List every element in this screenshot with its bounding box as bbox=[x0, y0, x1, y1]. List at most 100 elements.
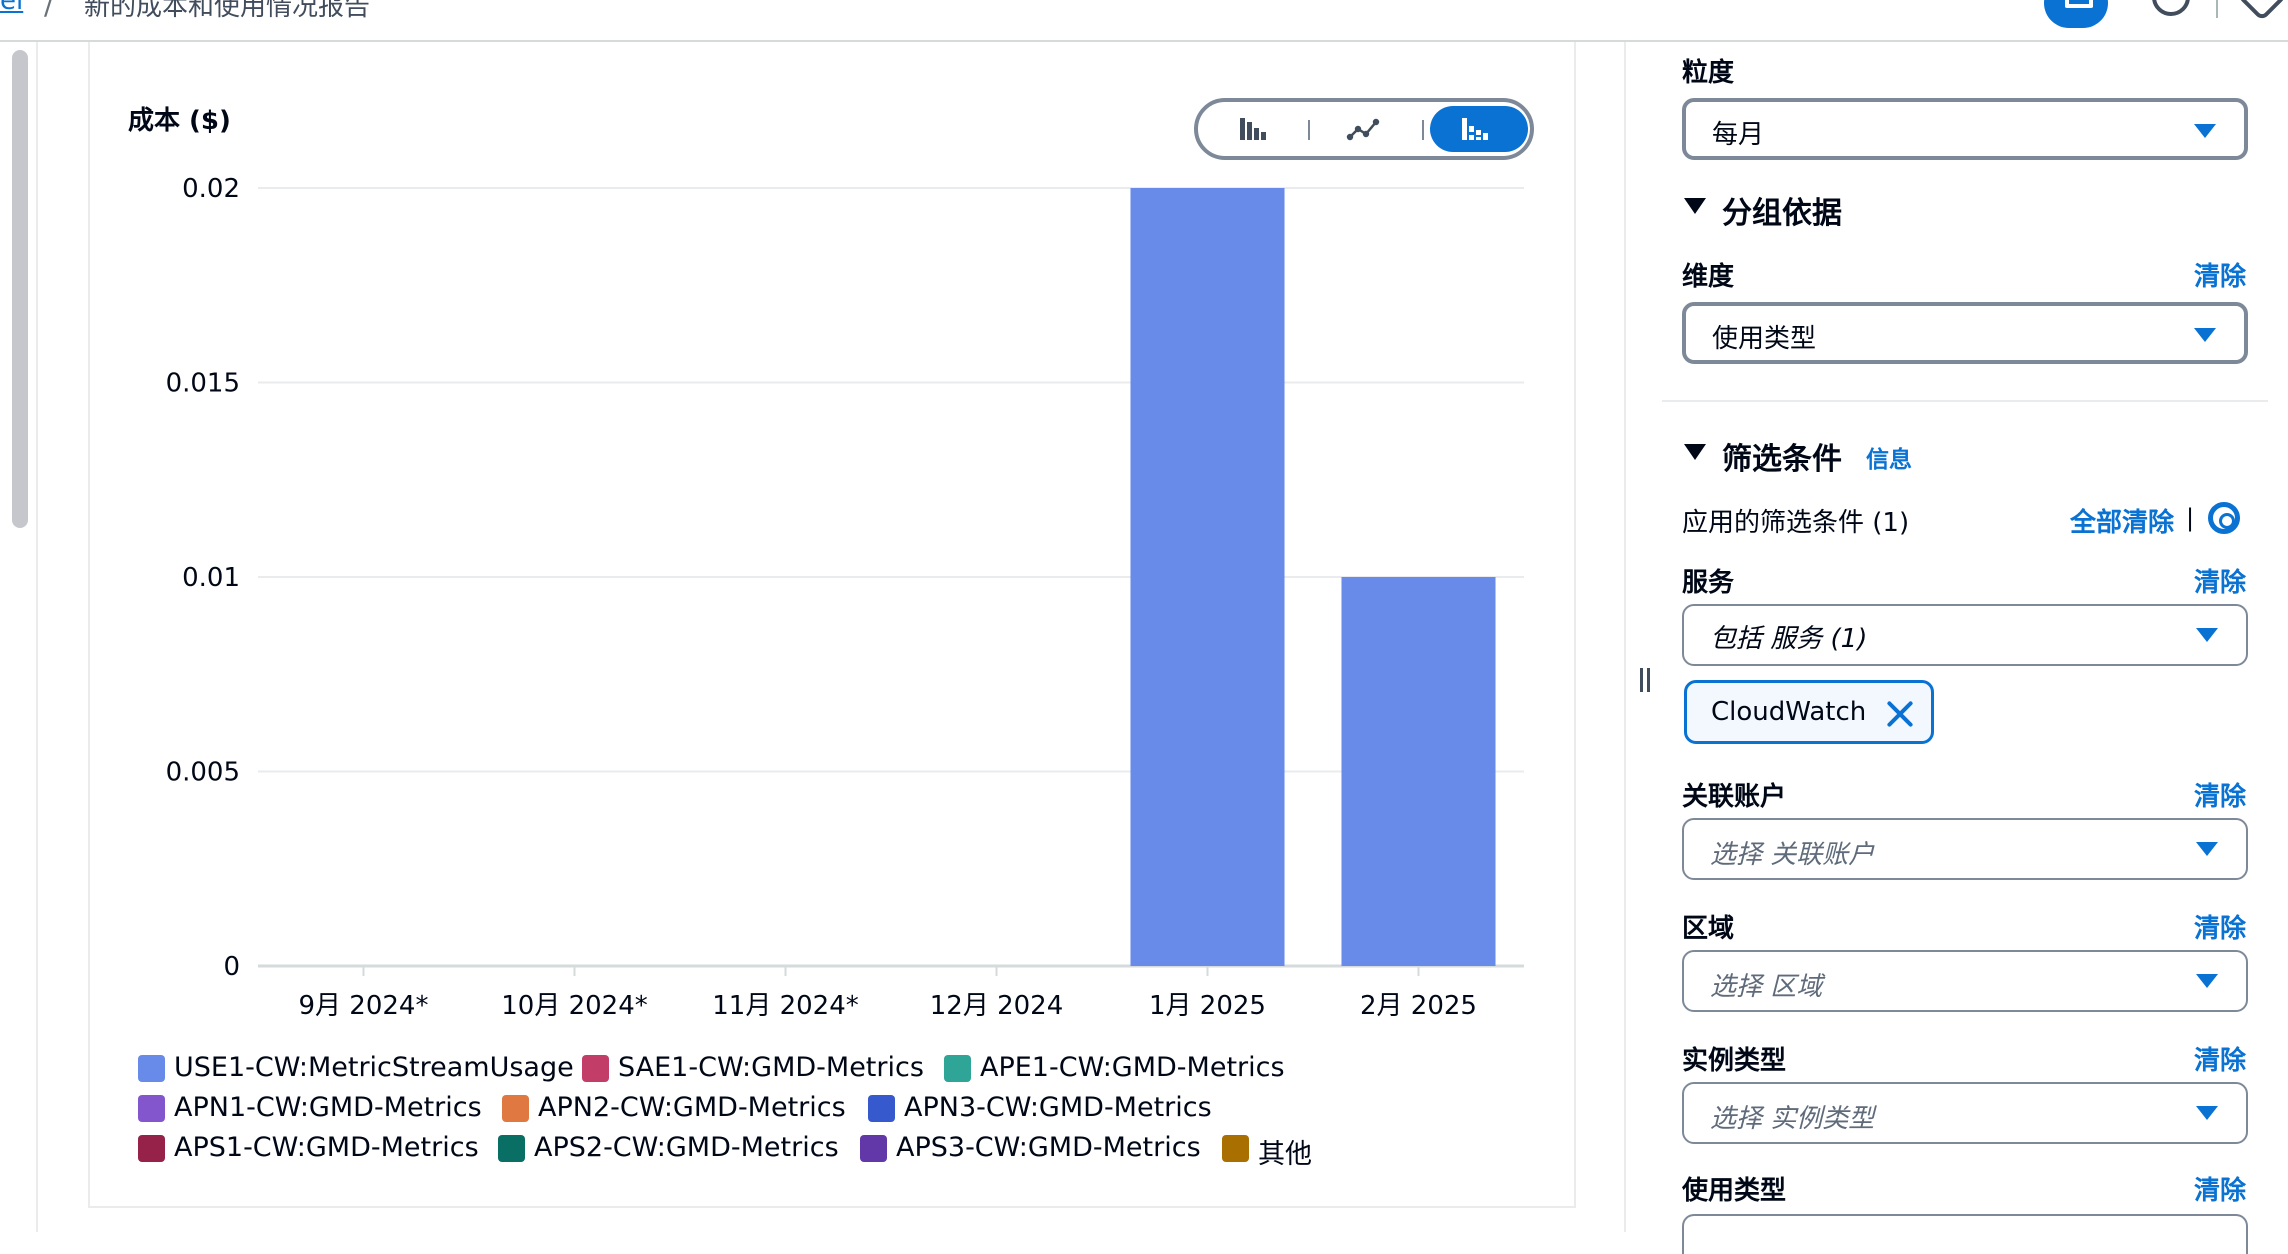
service-clear-link[interactable]: 清除 bbox=[2194, 562, 2246, 599]
caret-down-icon bbox=[2194, 328, 2216, 342]
group-by-title[interactable]: 分组依据 bbox=[1722, 188, 1842, 232]
caret-down-icon bbox=[2196, 628, 2218, 642]
filters-title[interactable]: 筛选条件 bbox=[1722, 434, 1842, 478]
toggle-separator bbox=[1422, 120, 1424, 140]
legend-label: APS3-CW:GMD-Metrics bbox=[896, 1132, 1201, 1163]
legend-swatch bbox=[498, 1135, 525, 1162]
service-select[interactable]: 包括 服务 (1) bbox=[1682, 604, 2248, 666]
service-label: 服务 bbox=[1682, 568, 1735, 598]
instance-type-select[interactable]: 选择 实例类型 bbox=[1682, 1082, 2248, 1144]
dimension-clear-link[interactable]: 清除 bbox=[2194, 256, 2246, 293]
instance-type-label: 实例类型 bbox=[1682, 1046, 1787, 1076]
legend-swatch bbox=[502, 1095, 529, 1122]
linked-account-clear-link[interactable]: 清除 bbox=[2194, 776, 2246, 813]
settings-icon[interactable] bbox=[2236, 0, 2288, 22]
region-placeholder: 选择 区域 bbox=[1710, 972, 1823, 1002]
legend-label: APN2-CW:GMD-Metrics bbox=[538, 1092, 846, 1123]
legend-label: SAE1-CW:GMD-Metrics bbox=[618, 1052, 924, 1083]
instance-type-placeholder: 选择 实例类型 bbox=[1710, 1104, 1875, 1134]
y-tick-label: 0 bbox=[223, 952, 240, 982]
legend-swatch bbox=[868, 1095, 895, 1122]
resize-handle-icon[interactable] bbox=[1638, 668, 1654, 696]
legend-swatch bbox=[860, 1135, 887, 1162]
panel-splitter[interactable] bbox=[1624, 42, 1626, 1232]
service-value: 包括 服务 (1) bbox=[1710, 624, 1868, 654]
close-icon[interactable] bbox=[1885, 699, 1915, 729]
usage-type-clear-link[interactable]: 清除 bbox=[2194, 1170, 2246, 1207]
granularity-value: 每月 bbox=[1712, 120, 1765, 150]
caret-down-icon bbox=[2194, 124, 2216, 138]
clear-all-filters-link[interactable]: 全部清除 bbox=[2070, 502, 2174, 539]
info-icon[interactable] bbox=[2152, 0, 2190, 16]
breadcrumb-separator: / bbox=[44, 0, 54, 21]
usage-type-label: 使用类型 bbox=[1682, 1176, 1787, 1206]
y-tick-label: 0.015 bbox=[166, 369, 240, 399]
y-tick-label: 0.02 bbox=[182, 174, 240, 204]
region-clear-link[interactable]: 清除 bbox=[2194, 908, 2246, 945]
region-select[interactable]: 选择 区域 bbox=[1682, 950, 2248, 1012]
toolbar-divider bbox=[2216, 0, 2218, 18]
x-tick-label: 10月 2024* bbox=[501, 991, 648, 1021]
instance-type-clear-link[interactable]: 清除 bbox=[2194, 1040, 2246, 1077]
linked-account-label: 关联账户 bbox=[1682, 782, 1787, 812]
filter-token-label: CloudWatch bbox=[1711, 697, 1867, 727]
cost-chart: 0 0.005 0.01 0.015 0.02 9月 2024* 10月 2024* 11月 … bbox=[166, 174, 1524, 1021]
linked-account-select[interactable]: 选择 关联账户 bbox=[1682, 818, 2248, 880]
y-tick-label: 0.005 bbox=[166, 758, 240, 788]
breadcrumb-bar: el / 新的成本和使用情况报告 bbox=[0, 0, 2288, 42]
content-divider bbox=[36, 42, 38, 1232]
legend-label: USE1-CW:MetricStreamUsage bbox=[174, 1052, 574, 1083]
toggle-separator bbox=[1308, 120, 1310, 140]
applied-filters-label: 应用的筛选条件 (1) bbox=[1682, 508, 1910, 538]
chart-title: 成本 ($) bbox=[128, 106, 231, 136]
legend-swatch bbox=[582, 1055, 609, 1082]
usage-type-select[interactable] bbox=[1682, 1214, 2248, 1254]
expand-caret-icon[interactable] bbox=[1684, 444, 1706, 460]
breadcrumb-link[interactable]: el bbox=[0, 0, 23, 16]
legend-label: APN3-CW:GMD-Metrics bbox=[904, 1092, 1212, 1123]
bar bbox=[1130, 188, 1285, 966]
legend-swatch bbox=[138, 1135, 165, 1162]
dimension-value: 使用类型 bbox=[1712, 324, 1817, 354]
x-tick-label: 12月 2024 bbox=[930, 991, 1064, 1021]
bar-chart-button[interactable] bbox=[1204, 106, 1302, 152]
y-tick-label: 0.01 bbox=[182, 563, 240, 593]
granularity-label: 粒度 bbox=[1682, 58, 1735, 88]
legend-label: APN1-CW:GMD-Metrics bbox=[174, 1092, 482, 1123]
line-chart-button[interactable] bbox=[1316, 106, 1414, 152]
legend-label: APS2-CW:GMD-Metrics bbox=[534, 1132, 839, 1163]
expand-caret-icon[interactable] bbox=[1684, 198, 1706, 214]
legend-swatch bbox=[138, 1095, 165, 1122]
page-scrollbar-thumb[interactable] bbox=[12, 50, 28, 528]
x-tick-label: 2月 2025 bbox=[1360, 991, 1477, 1021]
granularity-select[interactable]: 每月 bbox=[1682, 98, 2248, 160]
caret-down-icon bbox=[2196, 974, 2218, 988]
filter-settings-icon[interactable] bbox=[2208, 502, 2240, 534]
stacked-bar-chart-icon bbox=[1462, 118, 1488, 140]
save-icon[interactable] bbox=[2044, 0, 2108, 28]
line-chart-icon bbox=[1346, 118, 1380, 141]
section-divider bbox=[1662, 400, 2268, 402]
legend-label: APE1-CW:GMD-Metrics bbox=[980, 1052, 1285, 1083]
filters-separator: | bbox=[2186, 504, 2195, 532]
filters-info-link[interactable]: 信息 bbox=[1866, 440, 1912, 474]
x-tick-label: 1月 2025 bbox=[1149, 991, 1266, 1021]
legend-swatch bbox=[1222, 1135, 1249, 1162]
region-label: 区域 bbox=[1682, 914, 1735, 944]
breadcrumb-current: 新的成本和使用情况报告 bbox=[84, 0, 371, 22]
stacked-bar-chart-button[interactable] bbox=[1430, 106, 1528, 152]
dimension-label: 维度 bbox=[1682, 262, 1735, 292]
linked-account-placeholder: 选择 关联账户 bbox=[1710, 840, 1875, 870]
legend-label: 其他 bbox=[1258, 1139, 1312, 1170]
dimension-select[interactable]: 使用类型 bbox=[1682, 302, 2248, 364]
caret-down-icon bbox=[2196, 842, 2218, 856]
bar-chart-icon bbox=[1240, 118, 1266, 140]
filter-token-cloudwatch: CloudWatch bbox=[1684, 680, 1934, 744]
bar bbox=[1341, 577, 1496, 966]
legend-swatch bbox=[944, 1055, 971, 1082]
x-tick-label: 9月 2024* bbox=[299, 991, 429, 1021]
legend-label: APS1-CW:GMD-Metrics bbox=[174, 1132, 479, 1163]
legend-swatch bbox=[138, 1055, 165, 1082]
x-tick-label: 11月 2024* bbox=[712, 991, 859, 1021]
caret-down-icon bbox=[2196, 1106, 2218, 1120]
